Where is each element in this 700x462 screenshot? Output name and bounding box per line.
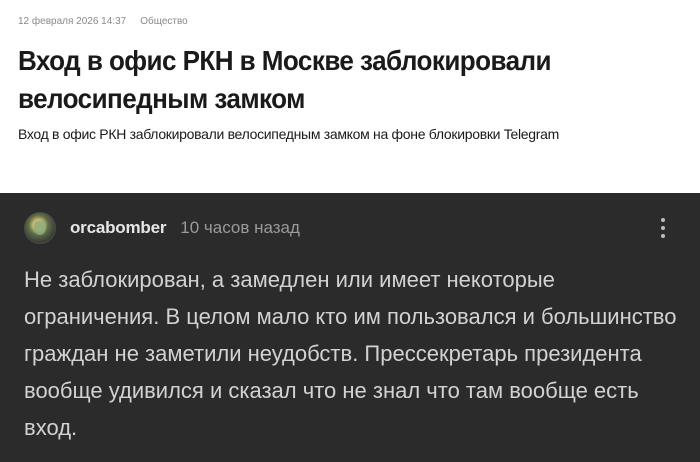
comment-timestamp: 10 часов назад: [180, 218, 300, 237]
article-lead: Вход в офис РКН заблокировали велосипедн…: [18, 126, 559, 142]
menu-dot: [661, 218, 665, 222]
article-meta: 12 февраля 2026 14:37 Общество: [18, 14, 682, 28]
article-date: 12 февраля 2026 14:37: [18, 15, 127, 27]
comment-text: Не заблокирован, а замедлен или имеет не…: [24, 267, 677, 440]
avatar[interactable]: [24, 212, 56, 244]
comment-username[interactable]: orcabomber: [70, 218, 166, 238]
comment-header: orcabomber 10 часов назад: [24, 211, 676, 245]
comment-card: orcabomber 10 часов назад Не заблокирова…: [0, 193, 700, 462]
menu-dot: [661, 234, 665, 238]
article-title: Вход в офис РКН в Москве заблокировали в…: [18, 45, 552, 114]
more-vertical-icon[interactable]: [654, 214, 672, 242]
category-link[interactable]: Общество: [140, 16, 188, 27]
article-header: 12 февраля 2026 14:37 Общество Вход в оф…: [0, 0, 700, 193]
menu-dot: [661, 226, 665, 230]
